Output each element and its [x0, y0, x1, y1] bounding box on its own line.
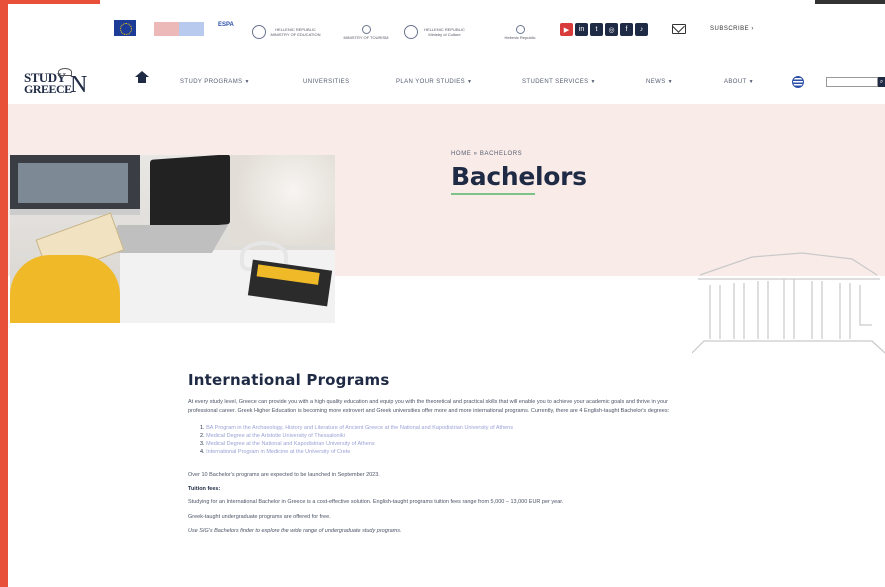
free-programs-text: Greek-taught undergraduate programs are … — [188, 514, 331, 520]
search-icon[interactable]: ⌕ — [878, 77, 885, 87]
ministry-education-logo: HELLENIC REPUBLIC MINISTRY OF EDUCATION — [252, 22, 322, 42]
search-input[interactable] — [826, 77, 878, 87]
breadcrumb[interactable]: HOME » BACHELORS — [451, 151, 522, 157]
seal-icon — [252, 25, 266, 39]
espa-logo-text: ESPA — [218, 22, 234, 28]
ministry-culture-logo: HELLENIC REPUBLIC Ministry of Culture — [404, 22, 468, 42]
nav-news[interactable]: NEWS ▼ — [646, 79, 673, 85]
tiktok-icon[interactable]: ♪ — [635, 23, 648, 36]
page-title: Bachelors — [451, 162, 587, 191]
title-underline — [451, 193, 535, 195]
nav-student-services[interactable]: STUDENT SERVICES ▼ — [522, 79, 596, 85]
hero-image — [10, 155, 335, 323]
caret-down-icon: ▼ — [467, 79, 473, 85]
seal-icon — [515, 24, 525, 34]
ministry-tourism-logo: MINISTRY OF TOURISM — [336, 22, 396, 42]
main-nav: STUDY GREECE N STUDY PROGRAMS ▼ UNIVERSIT… — [8, 60, 885, 104]
side-accent — [0, 0, 8, 587]
hellenic-republic-logo: Hellenic Republic — [492, 22, 548, 42]
espa-banner-logo — [154, 22, 204, 36]
caret-down-icon: ▼ — [244, 79, 250, 85]
nav-about[interactable]: ABOUT ▼ — [724, 79, 754, 85]
parthenon-outline-icon — [692, 252, 885, 354]
program-list: 1. BA Program in the Archaeology, Histor… — [200, 424, 698, 456]
section-title: International Programs — [188, 371, 390, 389]
tuition-heading: Tuition fees: — [188, 486, 221, 492]
list-item[interactable]: 2. Medical Degree at the Aristotle Unive… — [200, 432, 698, 440]
upcoming-programs-text: Over 10 Bachelor's programs are expected… — [188, 472, 380, 478]
linkedin-icon[interactable]: in — [575, 23, 588, 36]
page-frame: ESPA HELLENIC REPUBLIC MINISTRY OF EDUCA… — [0, 0, 885, 587]
intro-paragraph: At every study level, Greece can provide… — [188, 399, 670, 414]
seal-icon — [361, 24, 371, 34]
list-item[interactable]: 3. Medical Degree at the National and Ka… — [200, 440, 698, 448]
tuition-text: Studying for an International Bachelor i… — [188, 499, 564, 505]
nav-universities[interactable]: UNIVERSITIES — [303, 79, 349, 85]
eu-flag-logo — [114, 20, 136, 36]
finder-text[interactable]: Use SIG's Bachelors finder to explore th… — [188, 528, 698, 534]
site-logo[interactable]: STUDY GREECE N — [24, 68, 90, 98]
chevron-right-icon: › — [751, 26, 754, 32]
caret-down-icon: ▼ — [748, 79, 755, 85]
partner-bar: ESPA HELLENIC REPUBLIC MINISTRY OF EDUCA… — [8, 4, 885, 60]
seal-icon — [404, 25, 418, 39]
list-item[interactable]: 4. International Program in Medicine at … — [200, 448, 698, 456]
language-flag-icon[interactable] — [792, 76, 804, 88]
caret-down-icon: ▼ — [667, 79, 673, 85]
list-item[interactable]: 1. BA Program in the Archaeology, Histor… — [200, 424, 698, 432]
main-content: International Programs At every study le… — [188, 371, 698, 534]
caret-down-icon: ▼ — [590, 79, 596, 85]
instagram-icon[interactable]: ◎ — [605, 23, 618, 36]
nav-study-programs[interactable]: STUDY PROGRAMS ▼ — [180, 79, 250, 85]
youtube-icon[interactable]: ▶ — [560, 23, 573, 36]
twitter-icon[interactable]: t — [590, 23, 603, 36]
home-icon[interactable] — [135, 71, 149, 86]
subscribe-link[interactable]: SUBSCRIBE › — [710, 26, 754, 32]
mail-icon[interactable] — [672, 24, 686, 34]
nav-plan-your-studies[interactable]: PLAN YOUR STUDIES ▼ — [396, 79, 472, 85]
facebook-icon[interactable]: f — [620, 23, 633, 36]
